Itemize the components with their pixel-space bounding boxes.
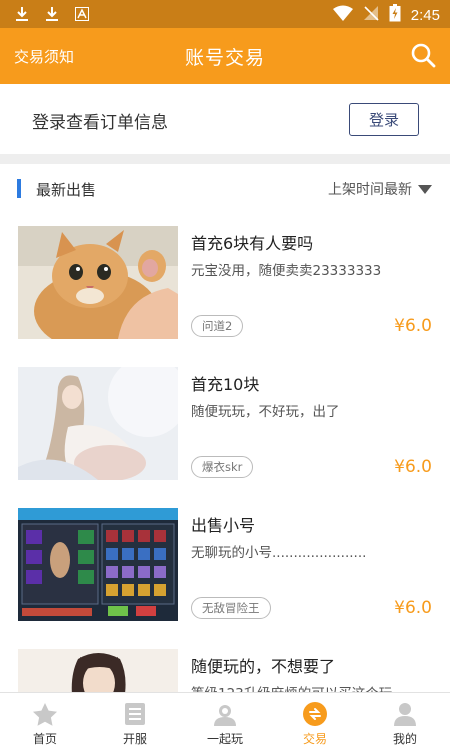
section-divider <box>0 154 450 164</box>
listing-description: 随便玩玩，不好玩，出了 <box>191 404 340 420</box>
tab-play-together[interactable]: 一起玩 <box>180 693 270 750</box>
bottom-tab-bar: 首页 开服 一起玩 交易 我的 <box>0 692 450 750</box>
tab-label: 我的 <box>392 732 417 746</box>
tab-home[interactable]: 首页 <box>0 693 90 750</box>
trade-icon <box>301 701 329 727</box>
tab-label: 首页 <box>32 732 57 746</box>
section-accent-bar <box>17 179 21 198</box>
game-tag: 无敌冒险王 <box>191 597 271 619</box>
tab-label: 开服 <box>122 732 147 746</box>
login-button[interactable]: 登录 <box>349 103 419 136</box>
page-title: 账号交易 <box>184 47 265 69</box>
login-prompt: 登录查看订单信息 登录 <box>0 84 450 154</box>
search-icon[interactable] <box>410 42 436 68</box>
game-tag: 爆衣skr <box>191 456 254 478</box>
tab-trade[interactable]: 交易 <box>270 693 360 750</box>
sort-dropdown[interactable]: 上架时间最新 <box>328 179 432 199</box>
listing-image-anime-character <box>18 649 178 692</box>
app-notification-icon <box>74 5 90 23</box>
users-icon <box>211 701 239 727</box>
tab-label: 交易 <box>302 732 327 746</box>
listing-description: 元宝没用，随便卖卖23333333 <box>191 263 382 279</box>
status-bar: 2:45 <box>0 0 450 28</box>
listing-item[interactable]: 首充6块有人要吗 元宝没用，随便卖卖23333333 问道2 ¥6.0 <box>0 226 450 367</box>
listing-item[interactable]: 随便玩的，不想要了 等级123升级麻烦的可以买这个玩 <box>0 649 450 692</box>
wifi-icon <box>332 5 353 25</box>
listing-image-cat <box>18 226 178 339</box>
listing-title: 随便玩的，不想要了 <box>191 657 336 676</box>
clock: 2:45 <box>410 6 440 24</box>
listing-title: 首充10块 <box>191 375 260 394</box>
listing-price: ¥6.0 <box>394 457 432 477</box>
listing-image-game-screenshot <box>18 508 178 621</box>
listing-description: 无聊玩的小号...................... <box>191 545 367 561</box>
sort-label: 上架时间最新 <box>328 182 412 198</box>
listing-title: 首充6块有人要吗 <box>191 234 314 253</box>
login-prompt-text: 登录查看订单信息 <box>32 113 168 133</box>
download-icon <box>14 5 30 23</box>
tab-label: 一起玩 <box>206 732 243 746</box>
latest-sales-header: 最新出售 上架时间最新 <box>0 164 450 214</box>
listing-item[interactable]: 首充10块 随便玩玩，不好玩，出了 爆衣skr ¥6.0 <box>0 367 450 508</box>
document-icon <box>121 701 149 727</box>
listing-title: 出售小号 <box>191 516 256 535</box>
download-icon <box>44 5 60 23</box>
section-title: 最新出售 <box>36 181 97 199</box>
tab-mine[interactable]: 我的 <box>360 693 450 750</box>
battery-icon <box>389 4 401 26</box>
app-header: 交易须知 账号交易 <box>0 28 450 84</box>
listing-description: 等级123升级麻烦的可以买这个玩 <box>191 682 392 692</box>
listing-image-anime-girl <box>18 367 178 480</box>
chevron-down-icon <box>418 184 432 194</box>
listing-price: ¥6.0 <box>394 598 432 618</box>
tab-server-open[interactable]: 开服 <box>90 693 180 750</box>
no-signal-icon <box>363 5 379 25</box>
listing-price: ¥6.0 <box>394 316 432 336</box>
star-icon <box>31 701 59 727</box>
listing-item[interactable]: 出售小号 无聊玩的小号...................... 无敌冒险王 … <box>0 508 450 649</box>
game-tag: 问道2 <box>191 315 244 337</box>
person-icon <box>391 701 419 727</box>
